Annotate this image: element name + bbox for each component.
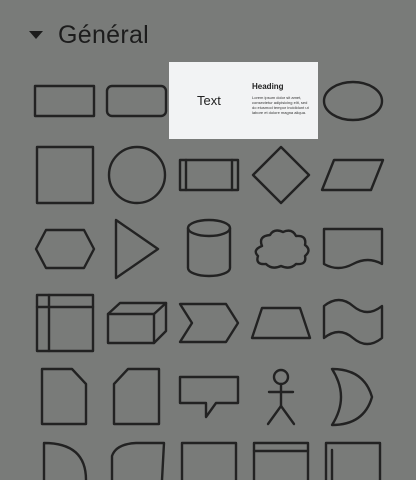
note-shape[interactable] <box>34 366 96 428</box>
parallelogram-icon <box>320 158 385 192</box>
diamond-shape[interactable] <box>250 145 312 205</box>
tape-shape[interactable] <box>320 296 386 348</box>
cloud-icon <box>254 229 310 269</box>
container-shape[interactable] <box>178 440 240 480</box>
hexagon-shape[interactable] <box>34 228 96 270</box>
rectangle-icon <box>33 84 96 118</box>
or-gate-shape[interactable] <box>320 366 386 428</box>
container-icon <box>180 441 238 480</box>
shape-palette: Text Heading Lorem ipsum dolor sit amet,… <box>0 0 416 480</box>
parallelogram-shape[interactable] <box>320 158 386 192</box>
text-shape-label: Text <box>197 93 221 108</box>
text-shape-preview[interactable]: Text Heading Lorem ipsum dolor sit amet,… <box>169 62 318 139</box>
internal-storage-icon <box>35 293 95 353</box>
trapezoid-shape[interactable] <box>250 306 312 340</box>
actor-icon <box>266 368 296 426</box>
delay-icon <box>42 441 88 480</box>
window-shape[interactable] <box>250 440 312 480</box>
list-shape[interactable] <box>320 440 386 480</box>
or-gate-icon <box>330 367 374 427</box>
note-icon <box>40 367 88 426</box>
trapezoid-icon <box>250 306 312 340</box>
rounded-rectangle-icon <box>105 84 168 118</box>
manual-input-icon <box>110 441 166 480</box>
ellipse-icon <box>322 80 384 122</box>
square-icon <box>35 145 95 205</box>
cylinder-icon <box>186 218 232 278</box>
step-icon <box>178 302 240 344</box>
ellipse-shape[interactable] <box>320 80 386 122</box>
list-icon <box>324 441 382 480</box>
callout-icon <box>178 375 240 419</box>
hexagon-icon <box>34 228 96 270</box>
triangle-icon <box>114 218 160 280</box>
square-shape[interactable] <box>34 145 96 205</box>
tape-icon <box>322 298 384 346</box>
cylinder-shape[interactable] <box>178 218 240 280</box>
rectangle-shape[interactable] <box>33 84 96 118</box>
process-shape[interactable] <box>178 158 240 192</box>
card-icon <box>112 367 161 426</box>
circle-icon <box>107 145 167 205</box>
delay-shape[interactable] <box>34 440 96 480</box>
rounded-rectangle-shape[interactable] <box>105 84 168 118</box>
textbox-heading: Heading <box>252 82 284 91</box>
circle-shape[interactable] <box>106 145 168 205</box>
internal-storage-shape[interactable] <box>34 292 96 354</box>
callout-shape[interactable] <box>178 374 240 420</box>
actor-shape[interactable] <box>250 366 312 428</box>
process-icon <box>178 158 240 192</box>
cube-shape[interactable] <box>106 300 168 346</box>
diamond-icon <box>251 145 311 205</box>
document-icon <box>322 227 384 270</box>
window-icon <box>252 441 310 480</box>
cube-icon <box>106 301 168 345</box>
textbox-body: Lorem ipsum dolor sit amet, consectetur … <box>252 95 309 115</box>
cloud-shape[interactable] <box>250 228 312 270</box>
manual-input-shape[interactable] <box>106 440 168 480</box>
card-shape[interactable] <box>106 366 168 428</box>
step-shape[interactable] <box>178 302 240 344</box>
triangle-shape[interactable] <box>106 218 168 280</box>
document-shape[interactable] <box>320 226 386 272</box>
